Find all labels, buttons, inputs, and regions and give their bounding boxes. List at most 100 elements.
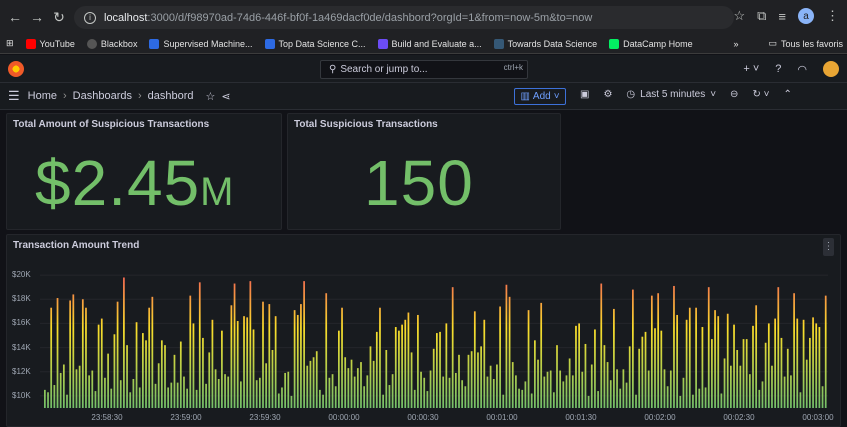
chart-bar[interactable] <box>66 394 68 408</box>
chart-bar[interactable] <box>682 377 685 408</box>
chart-bar[interactable] <box>148 307 151 408</box>
chart-bar[interactable] <box>407 312 410 408</box>
chart-bar[interactable] <box>755 305 758 408</box>
chart-bar[interactable] <box>467 354 470 408</box>
chart-bar[interactable] <box>183 376 185 408</box>
chart-bar[interactable] <box>698 388 701 408</box>
chart-bar[interactable] <box>809 337 811 408</box>
chart-bar[interactable] <box>186 388 188 408</box>
chart-bar[interactable] <box>793 293 795 408</box>
chart-bar[interactable] <box>587 395 590 408</box>
chart-bar[interactable] <box>730 365 732 408</box>
chart-bar[interactable] <box>707 287 710 408</box>
chart-bar[interactable] <box>644 331 647 409</box>
chart-bar[interactable] <box>524 381 527 408</box>
chart-bar[interactable] <box>281 387 283 408</box>
chart-bar[interactable] <box>445 323 448 408</box>
chart-bar[interactable] <box>622 369 625 408</box>
chart-bar[interactable] <box>410 352 413 408</box>
chart-bar[interactable] <box>344 357 347 408</box>
chart-bar[interactable] <box>154 383 157 408</box>
chart-bar[interactable] <box>761 381 764 408</box>
chart-bar[interactable] <box>100 318 103 408</box>
chart-bar[interactable] <box>748 374 751 408</box>
chart-bar[interactable] <box>688 307 691 408</box>
chart-bar[interactable] <box>271 350 274 408</box>
chart-bar[interactable] <box>613 308 615 408</box>
chart-bar[interactable] <box>214 369 217 408</box>
chart-bar[interactable] <box>195 389 198 409</box>
chart-bar[interactable] <box>723 358 726 408</box>
chart-bar[interactable] <box>518 388 520 408</box>
chart-bar[interactable] <box>663 369 666 408</box>
chart-bar[interactable] <box>581 371 584 408</box>
chart-bar[interactable] <box>426 391 429 408</box>
chart-bar[interactable] <box>284 372 286 408</box>
chart-bar[interactable] <box>584 343 587 408</box>
chart-bar[interactable] <box>44 389 46 409</box>
chart-bar[interactable] <box>277 393 280 409</box>
chart-bar[interactable] <box>50 307 53 408</box>
chart-bar[interactable] <box>132 379 135 408</box>
chart-bar[interactable] <box>736 350 739 408</box>
chart-bar[interactable] <box>72 294 75 408</box>
chart-bar[interactable] <box>350 359 353 408</box>
chart-bar[interactable] <box>312 357 315 408</box>
chart-bar[interactable] <box>230 305 233 408</box>
chart-bar[interactable] <box>116 301 119 408</box>
chart-bar[interactable] <box>508 296 511 408</box>
chart-bar[interactable] <box>142 333 144 408</box>
chart-bar[interactable] <box>167 387 170 408</box>
chart-bar[interactable] <box>726 313 729 408</box>
chart-bar[interactable] <box>575 325 577 408</box>
chart-bar[interactable] <box>764 342 767 408</box>
chart-bar[interactable] <box>701 327 704 408</box>
chart-bar[interactable] <box>562 381 565 408</box>
chart-bar[interactable] <box>331 374 334 408</box>
chart-bar[interactable] <box>505 284 508 408</box>
chart-bar[interactable] <box>739 365 742 408</box>
chart-bar[interactable] <box>568 358 571 408</box>
chart-bar[interactable] <box>322 394 324 408</box>
chart-bar[interactable] <box>771 365 773 408</box>
chart-bar[interactable] <box>499 306 501 409</box>
chart-bar[interactable] <box>619 388 622 408</box>
chart-bar[interactable] <box>537 359 539 408</box>
chart-bar[interactable] <box>69 300 72 408</box>
chart-bar[interactable] <box>328 377 331 408</box>
chart-bar[interactable] <box>375 331 378 409</box>
chart-bar[interactable] <box>578 323 580 408</box>
chart-bar[interactable] <box>733 324 735 409</box>
chart-bar[interactable] <box>189 295 192 409</box>
chart-bar[interactable] <box>104 377 106 408</box>
chart-bar[interactable] <box>780 337 783 408</box>
chart-bar[interactable] <box>224 374 226 408</box>
chart-bar[interactable] <box>692 394 694 408</box>
chart-bar[interactable] <box>685 319 688 408</box>
chart-bar[interactable] <box>91 370 94 408</box>
chart-bar[interactable] <box>515 375 517 409</box>
chart-bar[interactable] <box>527 310 530 409</box>
chart-bar[interactable] <box>657 293 660 408</box>
chart-bar[interactable] <box>157 363 160 408</box>
chart-bar[interactable] <box>673 285 675 408</box>
chart-bar[interactable] <box>363 386 366 408</box>
chart-bar[interactable] <box>356 368 359 409</box>
chart-bar[interactable] <box>480 346 482 409</box>
chart-bar[interactable] <box>293 310 296 409</box>
chart-bar[interactable] <box>489 365 492 408</box>
chart-bar[interactable] <box>300 304 302 408</box>
chart-bar[interactable] <box>628 346 631 409</box>
chart-bar[interactable] <box>249 281 252 409</box>
chart-bar[interactable] <box>543 376 546 408</box>
chart-bar[interactable] <box>173 354 176 408</box>
chart-bar[interactable] <box>420 371 422 408</box>
chart-bar[interactable] <box>252 329 255 408</box>
chart-bar[interactable] <box>423 377 426 408</box>
chart-bar[interactable] <box>211 319 214 408</box>
chart-bar[interactable] <box>145 340 147 408</box>
chart-bar[interactable] <box>549 370 552 408</box>
chart-bar[interactable] <box>473 311 476 408</box>
chart-bar[interactable] <box>287 371 290 408</box>
chart-bar[interactable] <box>217 379 220 408</box>
